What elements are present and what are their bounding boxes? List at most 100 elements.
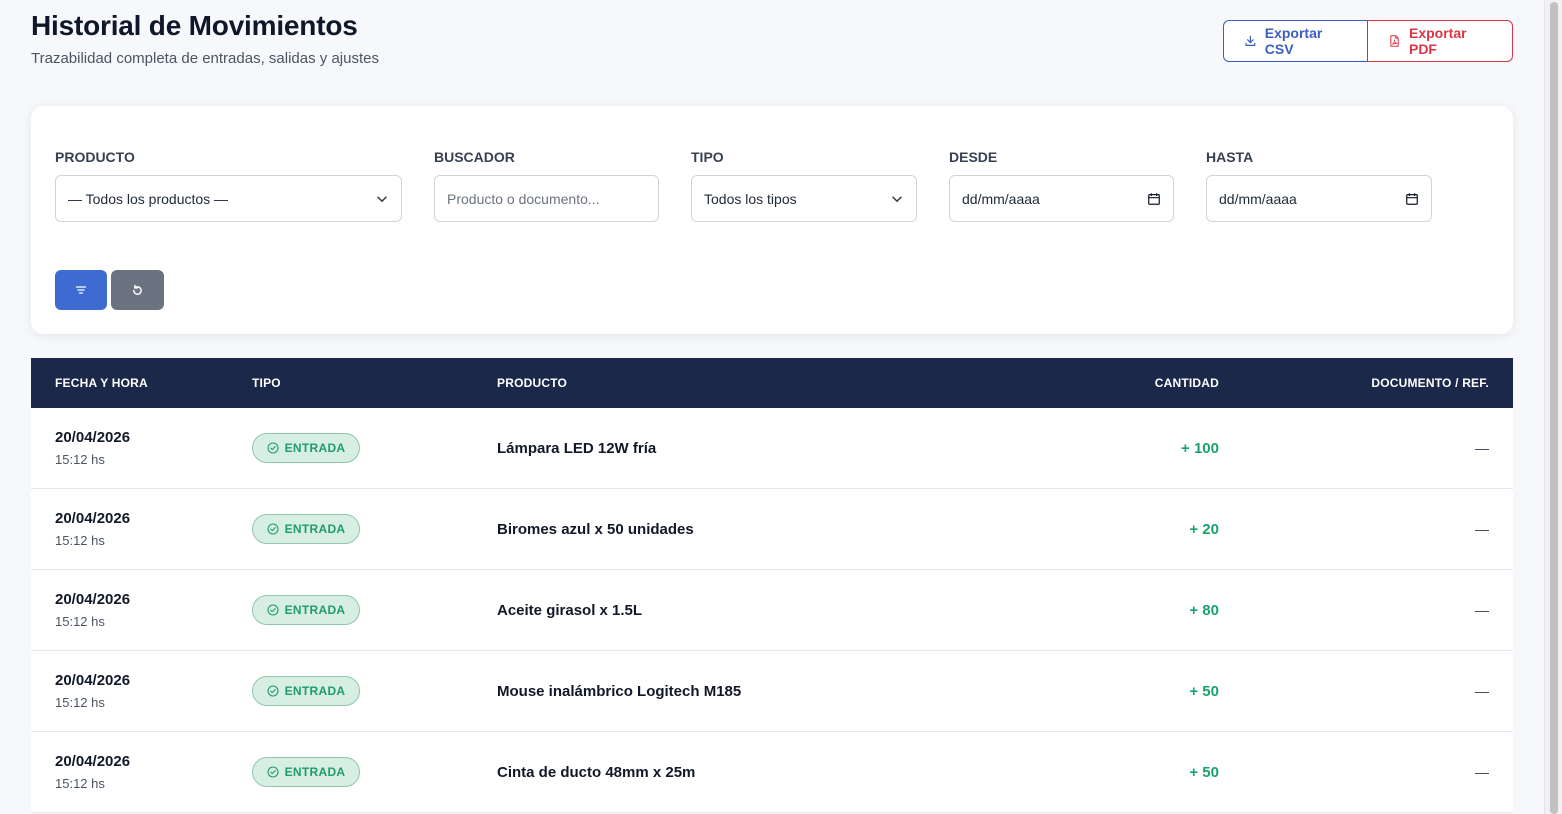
- calendar-icon[interactable]: [1405, 192, 1419, 206]
- page: Historial de Movimientos Trazabilidad co…: [0, 0, 1544, 814]
- row-quantity: + 50: [1189, 682, 1219, 700]
- column-header-date: FECHA Y HORA: [55, 376, 148, 390]
- row-time: 15:12 hs: [55, 695, 105, 710]
- table-row: 20/04/2026 15:12 hs ENTRADA Aceite giras…: [31, 570, 1513, 651]
- date-cell: 20/04/2026 15:12 hs: [31, 429, 252, 467]
- row-quantity: + 20: [1189, 520, 1219, 538]
- movements-table: FECHA Y HORA TIPO PRODUCTO CANTIDAD DOCU…: [31, 358, 1513, 813]
- column-header-product: PRODUCTO: [497, 376, 568, 390]
- date-from-input[interactable]: dd/mm/aaaa: [949, 175, 1174, 222]
- type-badge-label: ENTRADA: [284, 441, 346, 455]
- date-cell: 20/04/2026 15:12 hs: [31, 510, 252, 548]
- export-csv-button[interactable]: Exportar CSV: [1223, 20, 1368, 62]
- date-from-filter: DESDE dd/mm/aaaa: [949, 148, 1174, 222]
- row-time: 15:12 hs: [55, 452, 105, 467]
- row-product: Aceite girasol x 1.5L: [497, 601, 643, 619]
- row-date: 20/04/2026: [55, 510, 131, 527]
- search-input-placeholder: Producto o documento...: [447, 190, 600, 207]
- chevron-down-icon: [892, 195, 902, 202]
- row-date: 20/04/2026: [55, 672, 131, 689]
- filter-card: PRODUCTO — Todos los productos — BUSCADO…: [31, 106, 1513, 334]
- product-select[interactable]: — Todos los productos —: [55, 175, 402, 222]
- date-cell: 20/04/2026 15:12 hs: [31, 672, 252, 710]
- row-quantity: + 80: [1189, 601, 1219, 619]
- export-button-group: Exportar CSV Exportar PDF: [1223, 20, 1513, 62]
- table-row: 20/04/2026 15:12 hs ENTRADA Biromes azul…: [31, 489, 1513, 570]
- date-to-label: HASTA: [1206, 149, 1254, 165]
- reset-icon: [133, 284, 142, 295]
- calendar-icon[interactable]: [1147, 192, 1161, 206]
- type-cell: ENTRADA: [252, 595, 497, 625]
- table-header: FECHA Y HORA TIPO PRODUCTO CANTIDAD DOCU…: [31, 358, 1513, 408]
- column-header-document: DOCUMENTO / REF.: [1371, 376, 1489, 390]
- product-select-value: — Todos los productos —: [68, 190, 229, 207]
- type-badge-label: ENTRADA: [284, 522, 346, 536]
- row-document: —: [1475, 440, 1489, 456]
- row-time: 15:12 hs: [55, 614, 105, 629]
- download-icon: [1245, 35, 1256, 46]
- row-product: Cinta de ducto 48mm x 25m: [497, 763, 696, 781]
- type-badge: ENTRADA: [252, 595, 360, 625]
- export-pdf-label: Exportar PDF: [1408, 25, 1467, 57]
- row-time: 15:12 hs: [55, 776, 105, 791]
- search-filter-label: BUSCADOR: [434, 149, 515, 165]
- type-badge-label: ENTRADA: [284, 684, 346, 698]
- row-time: 15:12 hs: [55, 533, 105, 548]
- type-select[interactable]: Todos los tipos: [691, 175, 917, 222]
- row-date: 20/04/2026: [55, 591, 131, 608]
- row-date: 20/04/2026: [55, 429, 131, 446]
- table-row: 20/04/2026 15:12 hs ENTRADA Mouse inalám…: [31, 651, 1513, 732]
- table-row: 20/04/2026 15:12 hs ENTRADA Lámpara LED …: [31, 408, 1513, 489]
- page-subtitle: Trazabilidad completa de entradas, salid…: [31, 50, 379, 67]
- column-header-quantity: CANTIDAD: [1154, 376, 1219, 390]
- type-cell: ENTRADA: [252, 433, 497, 463]
- row-product: Biromes azul x 50 unidades: [497, 520, 694, 538]
- scrollbar-thumb[interactable]: [1550, 2, 1558, 814]
- row-product: Mouse inalámbrico Logitech M185: [497, 682, 742, 700]
- type-badge-label: ENTRADA: [284, 765, 346, 779]
- date-to-input[interactable]: dd/mm/aaaa: [1206, 175, 1432, 222]
- type-filter: TIPO Todos los tipos: [691, 148, 917, 222]
- date-to-filter: HASTA dd/mm/aaaa: [1206, 148, 1432, 222]
- chevron-down-icon: [377, 195, 387, 202]
- apply-filter-button[interactable]: [55, 270, 107, 310]
- table-row: 20/04/2026 15:12 hs ENTRADA Cinta de duc…: [31, 732, 1513, 813]
- export-pdf-button[interactable]: Exportar PDF: [1368, 20, 1513, 62]
- row-document: —: [1475, 602, 1489, 618]
- vertical-scrollbar[interactable]: [1544, 0, 1562, 814]
- page-header: Historial de Movimientos Trazabilidad co…: [31, 8, 379, 67]
- check-circle-icon: [267, 442, 279, 454]
- date-from-label: DESDE: [949, 149, 998, 165]
- type-cell: ENTRADA: [252, 676, 497, 706]
- check-circle-icon: [267, 523, 279, 535]
- product-filter: PRODUCTO — Todos los productos —: [55, 148, 402, 222]
- type-badge: ENTRADA: [252, 514, 360, 544]
- check-circle-icon: [267, 685, 279, 697]
- check-circle-icon: [267, 604, 279, 616]
- product-filter-label: PRODUCTO: [55, 149, 135, 165]
- search-filter: BUSCADOR Producto o documento...: [434, 148, 659, 222]
- date-to-placeholder: dd/mm/aaaa: [1219, 190, 1297, 207]
- page-title: Historial de Movimientos: [31, 10, 358, 41]
- reset-filter-button[interactable]: [111, 270, 164, 310]
- row-document: —: [1475, 764, 1489, 780]
- date-cell: 20/04/2026 15:12 hs: [31, 591, 252, 629]
- pdf-file-icon: [1390, 35, 1399, 47]
- row-product: Lámpara LED 12W fría: [497, 439, 657, 457]
- date-cell: 20/04/2026 15:12 hs: [31, 753, 252, 791]
- export-csv-label: Exportar CSV: [1264, 25, 1323, 57]
- search-input[interactable]: Producto o documento...: [434, 175, 659, 222]
- date-from-placeholder: dd/mm/aaaa: [962, 190, 1040, 207]
- type-badge: ENTRADA: [252, 433, 360, 463]
- row-document: —: [1475, 683, 1489, 699]
- row-quantity: + 50: [1189, 763, 1219, 781]
- filter-icon: [75, 286, 87, 294]
- column-header-type: TIPO: [252, 376, 281, 390]
- type-filter-label: TIPO: [691, 149, 724, 165]
- type-badge: ENTRADA: [252, 676, 360, 706]
- type-cell: ENTRADA: [252, 514, 497, 544]
- row-quantity: + 100: [1181, 439, 1219, 457]
- type-cell: ENTRADA: [252, 757, 497, 787]
- row-date: 20/04/2026: [55, 753, 131, 770]
- type-badge: ENTRADA: [252, 757, 360, 787]
